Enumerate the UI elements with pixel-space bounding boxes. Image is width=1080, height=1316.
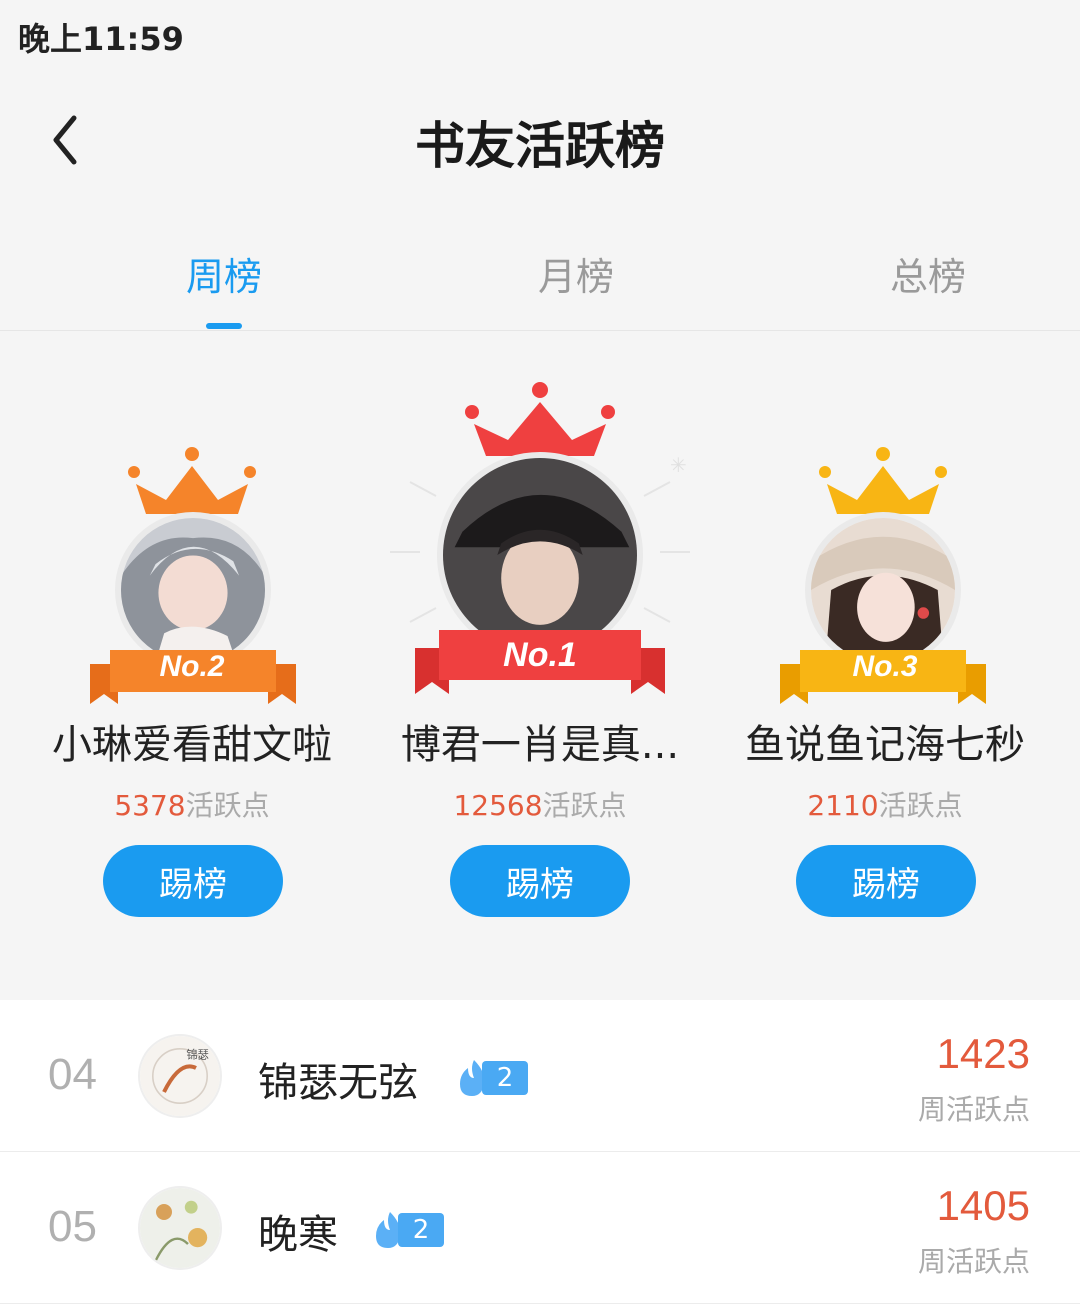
podium: No.2 小琳爱看甜文啦 5378活跃点 踢榜 ✳ No.1 博君一肖是真...… bbox=[0, 332, 1080, 977]
status-bar: 晚上11:59 bbox=[0, 0, 1080, 70]
tab-monthly[interactable]: 月榜 bbox=[456, 246, 696, 301]
crown-icon bbox=[128, 447, 256, 514]
crown-icon bbox=[465, 382, 615, 456]
rank-label: No.1 bbox=[503, 636, 577, 674]
avatar[interactable]: 锦瑟 bbox=[138, 1034, 222, 1118]
points: 2110活跃点 bbox=[705, 784, 1065, 824]
points-value: 1405 bbox=[936, 1182, 1030, 1229]
crown-icon bbox=[819, 447, 947, 514]
tab-indicator bbox=[206, 323, 242, 329]
rank-number: 04 bbox=[48, 1050, 97, 1099]
tab-total[interactable]: 总榜 bbox=[808, 246, 1048, 301]
avatar-image bbox=[140, 1188, 220, 1268]
tab-weekly[interactable]: 周榜 bbox=[104, 246, 344, 301]
rank-number: 05 bbox=[48, 1202, 97, 1251]
ranking-list: 04 锦瑟 锦瑟无弦 2 1423 周活跃点 05 晚寒 2 1405 周活跃点 bbox=[0, 1000, 1080, 1316]
user-name: 鱼说鱼记海七秒 bbox=[745, 722, 1025, 768]
user-name: 博君一肖是真... bbox=[400, 722, 680, 768]
podium-card-1: ✳ No.1 博君一肖是真... 12568活跃点 踢榜 bbox=[360, 332, 720, 977]
points: 5378活跃点 bbox=[12, 784, 372, 824]
points-suffix: 活跃点 bbox=[185, 789, 270, 822]
points-suffix: 活跃点 bbox=[542, 789, 627, 822]
points-value: 12568 bbox=[453, 789, 543, 822]
kick-button[interactable]: 踢榜 bbox=[103, 845, 283, 917]
avatar-image bbox=[121, 518, 265, 662]
level-badge: 2 bbox=[456, 1058, 528, 1098]
level-badge: 2 bbox=[372, 1210, 444, 1250]
podium-card-3: No.3 鱼说鱼记海七秒 2110活跃点 踢榜 bbox=[705, 332, 1065, 977]
level-value: 2 bbox=[482, 1061, 528, 1095]
svg-text:锦瑟: 锦瑟 bbox=[186, 1047, 208, 1061]
page-title: 书友活跃榜 bbox=[415, 117, 665, 175]
header: 书友活跃榜 bbox=[0, 70, 1080, 200]
list-item[interactable]: 05 晚寒 2 1405 周活跃点 bbox=[0, 1152, 1080, 1304]
level-value: 2 bbox=[398, 1213, 444, 1247]
avatar[interactable] bbox=[138, 1186, 222, 1270]
user-name: 晚寒 bbox=[258, 1212, 338, 1258]
points-value: 5378 bbox=[114, 789, 186, 822]
avatar-image bbox=[811, 518, 955, 662]
rank-label: No.2 bbox=[159, 650, 225, 683]
points-value: 1423 bbox=[936, 1030, 1030, 1077]
avatar-image: 锦瑟 bbox=[140, 1036, 220, 1116]
points-suffix: 活跃点 bbox=[878, 789, 963, 822]
user-name: 小琳爱看甜文啦 bbox=[52, 722, 332, 768]
user-name: 锦瑟无弦 bbox=[258, 1060, 418, 1106]
tab-bar: 周榜 月榜 总榜 bbox=[0, 220, 1080, 331]
points-label: 周活跃点 bbox=[917, 1245, 1030, 1278]
podium-card-2: No.2 小琳爱看甜文啦 5378活跃点 踢榜 bbox=[12, 332, 372, 977]
kick-button[interactable]: 踢榜 bbox=[796, 845, 976, 917]
points-value: 2110 bbox=[807, 789, 879, 822]
list-item[interactable]: 04 锦瑟 锦瑟无弦 2 1423 周活跃点 bbox=[0, 1000, 1080, 1152]
kick-button[interactable]: 踢榜 bbox=[450, 845, 630, 917]
status-time: 晚上11:59 bbox=[18, 20, 184, 58]
rank-label: No.3 bbox=[852, 650, 918, 683]
svg-text:✳: ✳ bbox=[670, 453, 687, 477]
points-label: 周活跃点 bbox=[917, 1093, 1030, 1126]
points: 12568活跃点 bbox=[360, 784, 720, 824]
